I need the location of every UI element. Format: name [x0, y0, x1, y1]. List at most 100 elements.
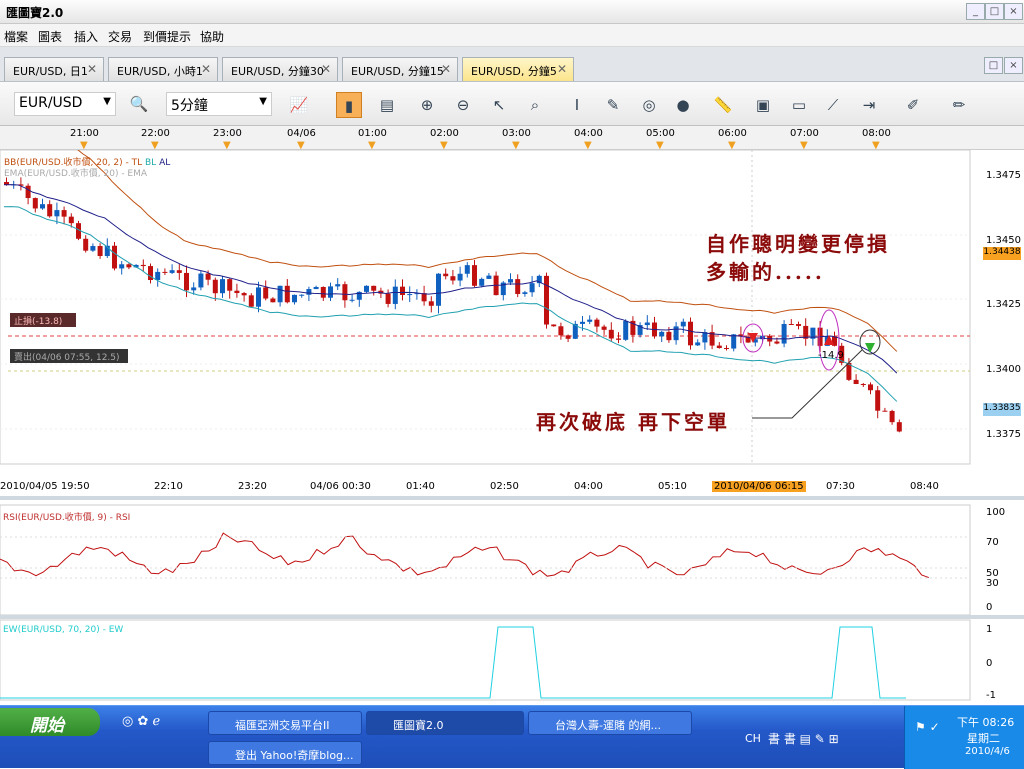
candle-body [522, 292, 528, 294]
close-icon[interactable]: ✕ [321, 62, 331, 76]
ime-icons[interactable]: 書 書 ▤ ✎ ⊞ [768, 730, 839, 747]
ew-line [0, 626, 906, 699]
candle-body [40, 204, 45, 209]
time-label: 01:00 [358, 128, 387, 139]
time-axis-label: 05:10 [658, 481, 687, 492]
ew-indicator-label: EW(EUR/USD, 70, 20) - EW [3, 625, 124, 635]
time-axis-label: 22:10 [154, 481, 183, 492]
time-label: 02:00 [430, 128, 459, 139]
chart-type-icon[interactable]: 📈 [286, 92, 312, 118]
candle-body [580, 321, 585, 324]
candle-body [335, 284, 341, 287]
tab-hour[interactable]: EUR/USD, 小時1 ✕ [108, 57, 218, 81]
tab-m30[interactable]: EUR/USD, 分鐘30 ✕ [222, 57, 338, 81]
symbol-search-icon[interactable]: 🔍 [126, 91, 152, 117]
candle-body [241, 293, 247, 296]
close-icon[interactable]: ✕ [87, 62, 97, 76]
close-icon[interactable]: ✕ [441, 62, 451, 76]
time-label: 07:00 [790, 128, 819, 139]
pencil-icon[interactable]: ✏ [946, 92, 972, 118]
candle-body [112, 245, 117, 269]
stop-loss-label[interactable]: 止損(-13.8) [10, 313, 76, 327]
candle-body [169, 270, 175, 273]
ruler-icon[interactable]: 📏 [710, 92, 736, 118]
edit-icon[interactable]: ✎ [600, 92, 626, 118]
task-yahoo[interactable]: 登出 Yahoo!奇摩blog... [208, 741, 362, 765]
tray-icons[interactable]: ⚑ ✓ [915, 720, 940, 734]
annotation-pointer [752, 349, 863, 419]
cursor-icon[interactable]: ↖ [486, 92, 512, 118]
task-browser[interactable]: 台灣人壽-運賭 的網... [528, 711, 692, 735]
candlestick-icon[interactable]: ▮ [336, 92, 362, 118]
candle-body [256, 287, 261, 307]
system-tray: 下午 08:26 星期二 2010/4/6 ⚑ ✓ [904, 706, 1024, 769]
candle-body [126, 264, 132, 268]
window-icon[interactable]: ▭ [786, 92, 812, 118]
tab-m15[interactable]: EUR/USD, 分鐘15 ✕ [342, 57, 458, 81]
restore-chart-button[interactable]: □ [984, 57, 1003, 74]
time-axis-label: 07:30 [826, 481, 855, 492]
time-axis-label: 08:40 [910, 481, 939, 492]
toolbar: EUR/USD ▼ 🔍 5分鐘 ▼ 📈 ▮ ▤ ⊕ ⊖ ↖ ⌕ I ✎ ◎ ● 📏 … [0, 82, 1024, 126]
candle-body [32, 198, 38, 209]
upper-band-badge: 1.34438 [983, 247, 1021, 260]
task-huitu[interactable]: 匯圖寶2.0 [366, 711, 524, 735]
fibonacci-icon[interactable]: ⇥ [856, 92, 882, 118]
sell-order-label[interactable]: 賣出(04/06 07:55, 12.5) [10, 349, 128, 363]
minimize-button[interactable]: _ [966, 3, 985, 20]
candle-body [868, 384, 873, 391]
zoom-out-icon[interactable]: ⊖ [450, 92, 476, 118]
close-button[interactable]: × [1004, 3, 1023, 20]
rsi-tick: 30 [986, 578, 999, 589]
candle-body [436, 273, 441, 306]
candle-body [688, 321, 693, 346]
measure-icon[interactable]: ⌕ [522, 92, 548, 118]
candle-body [680, 321, 686, 327]
candle-body [774, 341, 780, 344]
language-indicator[interactable]: CH [745, 732, 761, 745]
task-fxcm[interactable]: 福匯亞洲交易平台II [208, 711, 362, 735]
candle-body [68, 216, 74, 224]
tab-daily[interactable]: EUR/USD, 日1 ✕ [4, 57, 104, 81]
menu-alert[interactable]: 到價提示 [143, 28, 191, 45]
symbol-select[interactable]: EUR/USD ▼ [14, 92, 116, 116]
globe-icon[interactable]: ● [670, 92, 696, 118]
rsi-tick: 100 [986, 507, 1006, 518]
line-tool-icon[interactable]: ⟋ [820, 92, 846, 118]
candle-body [529, 283, 535, 293]
time-axis-label: 2010/04/06 06:15 [712, 481, 806, 492]
ew-panel-border [0, 619, 971, 701]
close-icon[interactable]: ✕ [201, 62, 211, 76]
candle-body [616, 338, 621, 340]
menu-insert[interactable]: 插入 [74, 28, 98, 45]
timeframe-select[interactable]: 5分鐘 ▼ [166, 92, 272, 116]
indicator-icon[interactable]: I [564, 92, 590, 118]
tab-m5[interactable]: EUR/USD, 分鐘5 ✕ [462, 57, 574, 81]
zoom-in-icon[interactable]: ⊕ [414, 92, 440, 118]
menu-help[interactable]: 協助 [200, 28, 224, 45]
candle-body [140, 264, 146, 267]
candle-body [292, 294, 297, 303]
candle-body [731, 334, 737, 349]
maximize-button[interactable]: □ [985, 3, 1004, 20]
draw-icon[interactable]: ✐ [900, 92, 926, 118]
close-icon[interactable]: ✕ [557, 62, 567, 76]
close-chart-button[interactable]: × [1004, 57, 1023, 74]
image-icon[interactable]: ▣ [750, 92, 776, 118]
candle-body [385, 293, 391, 304]
menu-file[interactable]: 檔案 [4, 28, 28, 45]
clock-time[interactable]: 下午 08:26 [957, 714, 1014, 730]
annotation-line2: 多輸的..... [706, 260, 825, 284]
candle-body [277, 285, 283, 303]
candle-body [248, 295, 254, 307]
time-axis-label: 01:40 [406, 481, 435, 492]
menu-trade[interactable]: 交易 [108, 28, 132, 45]
menu-chart[interactable]: 圖表 [38, 28, 62, 45]
bar-chart-icon[interactable]: ▤ [374, 92, 400, 118]
time-label: 08:00 [862, 128, 891, 139]
eye-icon[interactable]: ◎ [636, 92, 662, 118]
candle-body [464, 265, 470, 274]
quicklaunch-icons[interactable]: ◎ ✿ ℯ [122, 714, 160, 729]
start-button[interactable]: 開始 [0, 708, 100, 736]
candle-body [659, 331, 665, 337]
